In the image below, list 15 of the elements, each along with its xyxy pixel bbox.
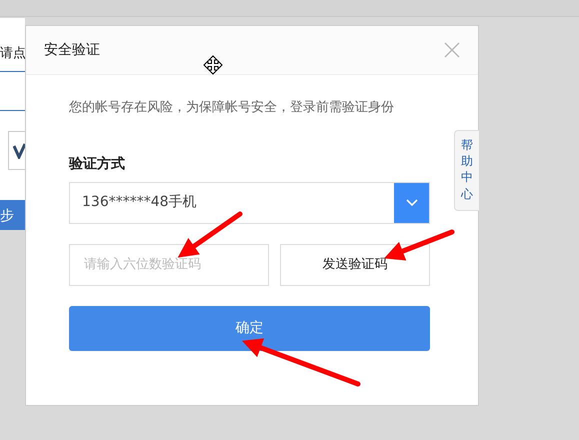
dialog-title: 安全验证 — [44, 40, 100, 60]
code-input[interactable]: 请输入六位数验证码 — [69, 244, 269, 286]
confirm-button[interactable]: 确定 — [69, 306, 430, 350]
method-select[interactable]: 136******48手机 — [69, 182, 430, 224]
method-label: 验证方式 — [69, 154, 126, 174]
annotation-arrow — [178, 212, 242, 258]
help-tab[interactable]: 帮助中心 — [454, 130, 479, 211]
chevron-down-icon — [406, 199, 418, 206]
link-text: 请点 — [0, 45, 25, 63]
step-button[interactable]: 步 — [0, 200, 25, 230]
notice-text: 您的帐号存在风险，为保障帐号安全，登录前需验证身份 — [69, 99, 395, 117]
send-code-button[interactable]: 发送验证码 — [280, 244, 430, 286]
dropdown-button[interactable] — [394, 182, 429, 222]
close-icon[interactable] — [444, 42, 460, 58]
check-icon — [13, 143, 25, 159]
